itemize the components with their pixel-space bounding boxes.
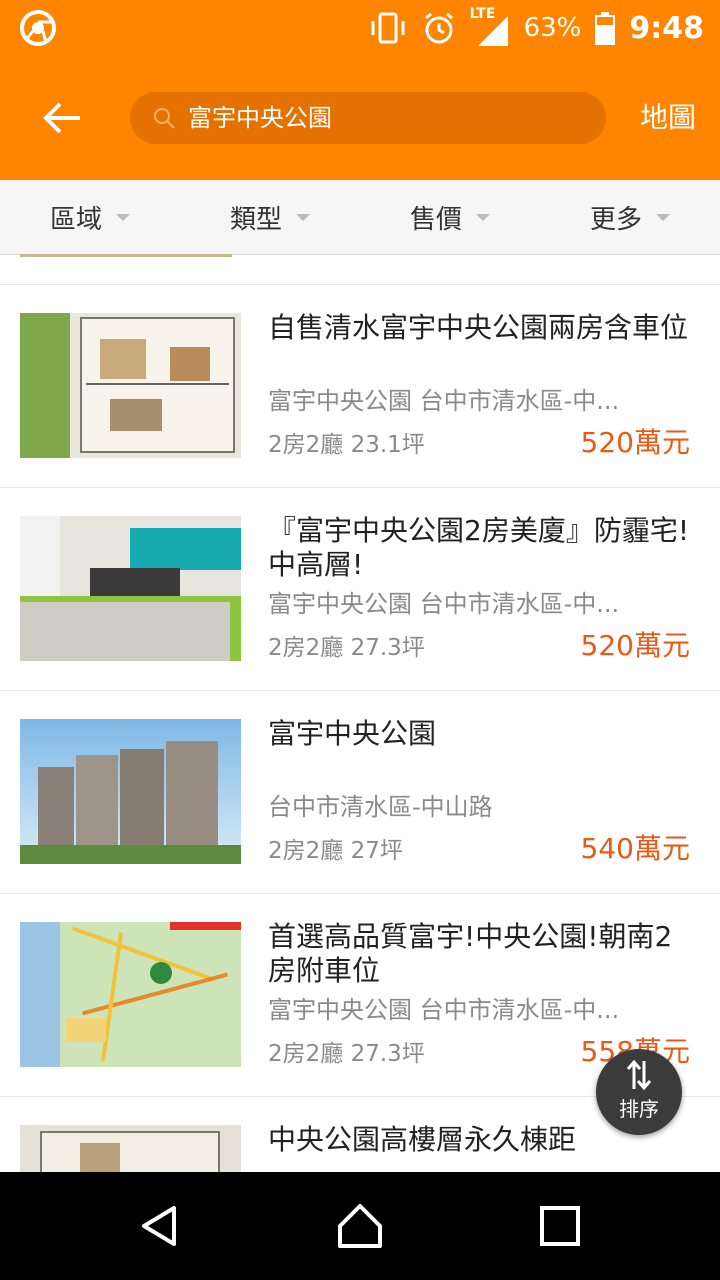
listing-spec: 2房2廳 27.3坪 xyxy=(268,635,425,661)
chrome-icon xyxy=(20,10,56,46)
navigation-bar xyxy=(0,1172,720,1280)
nav-back-icon[interactable] xyxy=(136,1202,184,1250)
previous-item-edge xyxy=(20,254,232,257)
listing-item[interactable]: 自售清水富宇中央公園兩房含車位 富宇中央公園 台中市清水區-中... 2房2廳 … xyxy=(0,284,720,488)
search-input[interactable]: 富宇中央公園 xyxy=(130,92,606,144)
filter-bar: 區域 類型 售價 更多 xyxy=(0,180,720,255)
filter-more[interactable]: 更多 xyxy=(540,180,720,254)
nav-home-icon[interactable] xyxy=(336,1202,384,1250)
listing-price: 540萬元 xyxy=(580,832,690,865)
listing-subtitle: 富宇中央公園 台中市清水區-中... xyxy=(268,590,620,618)
caret-down-icon xyxy=(656,213,670,221)
sort-button[interactable]: 排序 xyxy=(596,1049,682,1135)
listing-price: 520萬元 xyxy=(580,426,690,459)
listing-spec: 2房2廳 27.3坪 xyxy=(268,1041,425,1067)
back-arrow-icon[interactable] xyxy=(40,96,84,140)
caret-down-icon xyxy=(476,213,490,221)
interior-photo-thumbnail xyxy=(20,516,241,661)
map-button[interactable]: 地圖 xyxy=(640,96,696,136)
map-thumbnail xyxy=(20,922,241,1067)
battery-icon xyxy=(595,12,616,45)
nav-recents-icon[interactable] xyxy=(536,1202,584,1250)
filter-region[interactable]: 區域 xyxy=(0,180,180,254)
filter-label: 類型 xyxy=(229,204,282,235)
listing-title: 自售清水富宇中央公園兩房含車位 xyxy=(268,311,689,344)
app-bar: 富宇中央公園 地圖 xyxy=(0,56,720,180)
listing-item[interactable]: 富宇中央公園 台中市清水區-中山路 2房2廳 27坪 540萬元 xyxy=(0,690,720,894)
building-photo-thumbnail xyxy=(20,719,241,864)
sort-arrows-icon xyxy=(626,1059,652,1091)
filter-price[interactable]: 售價 xyxy=(360,180,540,254)
floorplan-thumbnail xyxy=(20,1125,241,1172)
clock: 9:48 xyxy=(629,10,704,46)
listing-price: 520萬元 xyxy=(580,629,690,662)
listing-subtitle: 富宇中央公園 台中市清水區-中... xyxy=(268,996,620,1024)
search-icon xyxy=(154,108,175,129)
listing-item[interactable]: 『富宇中央公園2房美廈』防霾宅!中高層! 富宇中央公園 台中市清水區-中... … xyxy=(0,487,720,691)
listing-title: 富宇中央公園 xyxy=(268,717,437,750)
listing-list[interactable]: 自售清水富宇中央公園兩房含車位 富宇中央公園 台中市清水區-中... 2房2廳 … xyxy=(0,254,720,1172)
listing-title: 『富宇中央公園2房美廈』防霾宅!中高層! xyxy=(268,514,690,581)
vibrate-icon xyxy=(371,12,405,44)
caret-down-icon xyxy=(296,213,310,221)
filter-type[interactable]: 類型 xyxy=(180,180,360,254)
sort-label: 排序 xyxy=(619,1097,659,1121)
listing-subtitle: 台中市清水區-中山路 xyxy=(268,793,493,821)
floorplan-thumbnail xyxy=(20,313,241,458)
filter-label: 區域 xyxy=(49,204,102,235)
filter-label: 售價 xyxy=(409,204,462,235)
battery-percent: 63% xyxy=(523,13,582,43)
listing-spec: 2房2廳 23.1坪 xyxy=(268,432,425,458)
caret-down-icon xyxy=(116,213,130,221)
filter-label: 更多 xyxy=(589,204,642,235)
signal-icon: LTE xyxy=(470,6,510,48)
status-bar: LTE 63% 9:48 xyxy=(0,0,720,56)
alarm-icon xyxy=(424,12,453,44)
listing-title: 首選高品質富宇!中央公園!朝南2房附車位 xyxy=(268,920,673,987)
listing-spec: 2房2廳 27坪 xyxy=(268,838,403,864)
listing-subtitle: 富宇中央公園 台中市清水區-中... xyxy=(268,387,620,415)
search-query: 富宇中央公園 xyxy=(188,104,332,132)
